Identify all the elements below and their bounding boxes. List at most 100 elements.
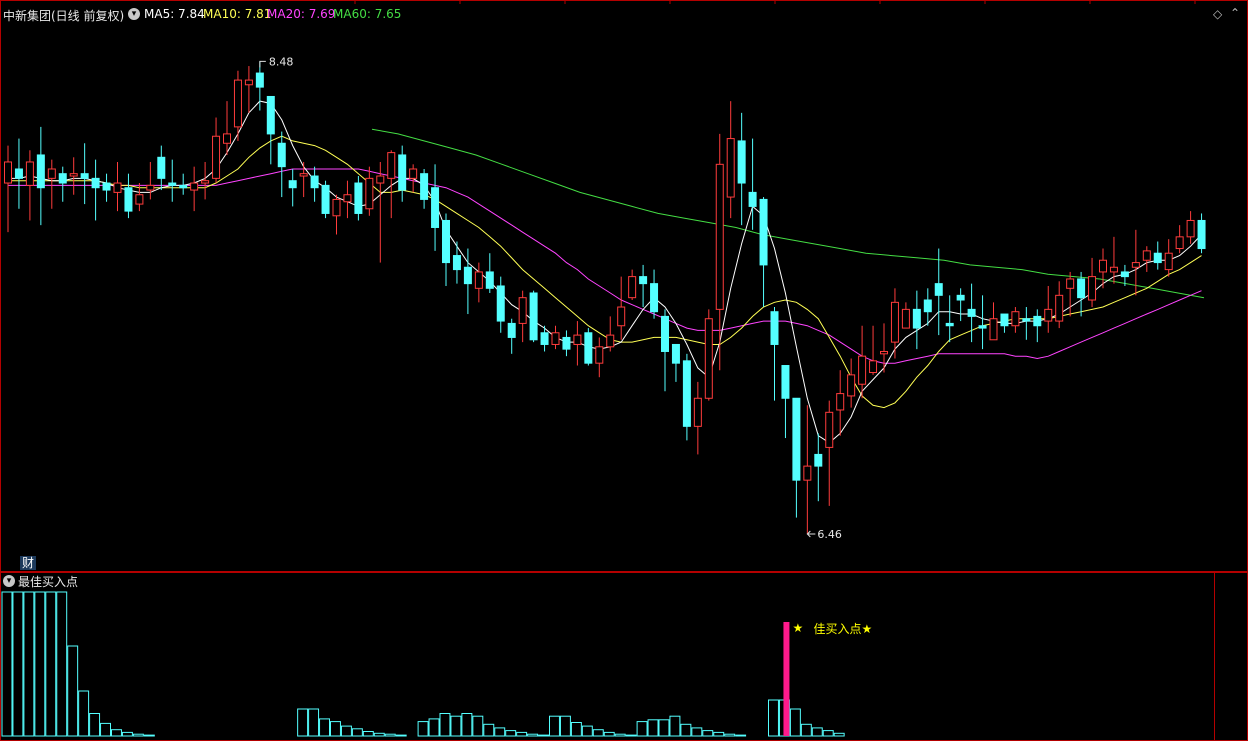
candle-body — [452, 255, 461, 271]
indicator-bar — [34, 591, 46, 737]
candle — [617, 276, 626, 340]
candle — [201, 161, 210, 200]
indicator-bar — [330, 721, 341, 737]
candle — [288, 168, 297, 207]
candle — [1033, 309, 1042, 343]
indicator-bar — [549, 715, 560, 737]
candle — [934, 248, 943, 336]
candle-body — [617, 306, 626, 327]
candle-body — [923, 299, 932, 313]
ma10-line — [8, 135, 1202, 409]
candle — [146, 161, 155, 200]
indicator-bar — [143, 734, 155, 737]
candle-body — [650, 283, 659, 313]
candle-body — [1055, 294, 1064, 322]
indicator-bar — [395, 734, 407, 737]
high-marker-line — [259, 60, 266, 68]
candle-body — [420, 173, 429, 200]
indicator-bar — [702, 730, 714, 737]
candle-body — [1033, 315, 1042, 327]
candle-body — [113, 182, 122, 193]
finance-badge[interactable]: 财 — [20, 556, 37, 570]
candle — [825, 400, 834, 506]
candle — [1197, 213, 1206, 254]
candle — [803, 405, 812, 534]
candle-body — [803, 465, 812, 481]
chevron-up-icon[interactable]: ⌃ — [1230, 6, 1240, 20]
stock-title[interactable]: 中新集团(日线 前复权) — [3, 7, 124, 24]
candle-body — [825, 411, 834, 448]
candle — [14, 138, 23, 209]
candle-body — [682, 360, 691, 427]
diamond-icon[interactable]: ◇ — [1213, 7, 1222, 21]
candle — [1077, 271, 1086, 317]
indicator-bar — [724, 733, 736, 737]
candle-body — [146, 184, 155, 191]
indicator-bar — [833, 732, 845, 737]
candle-body — [1142, 250, 1151, 261]
ma-dropdown-icon[interactable]: ▾ — [128, 8, 140, 20]
candle — [737, 112, 746, 226]
candle — [978, 295, 987, 350]
candle — [58, 166, 67, 202]
indicator-dropdown-icon[interactable]: ▾ — [3, 575, 15, 587]
candle-body — [628, 276, 637, 299]
candle — [376, 161, 385, 263]
candle-body — [398, 154, 407, 191]
candle-body — [47, 168, 56, 179]
candlestick-series — [4, 61, 1206, 534]
indicator-bar — [417, 721, 429, 737]
candle — [343, 180, 352, 219]
candle-body — [332, 198, 341, 217]
indicator-title[interactable]: 最佳买入点 — [18, 573, 78, 590]
chart-frame: ★ 佳买入点★ 8.48 6.46 — [0, 0, 1248, 741]
candle — [989, 302, 998, 341]
candle — [113, 161, 122, 212]
candle-body — [836, 393, 845, 411]
candle — [310, 166, 319, 202]
candle-body — [912, 308, 921, 329]
candle-body — [124, 187, 133, 212]
candle — [869, 325, 878, 375]
candle-body — [376, 175, 385, 184]
candle-body — [978, 325, 987, 329]
ma60-label: MA60: 7.65 — [333, 7, 402, 21]
candle-body — [1120, 271, 1129, 278]
indicator-bar — [351, 728, 363, 737]
indicator-bar — [516, 731, 528, 737]
candle — [452, 241, 461, 284]
candle-body — [80, 173, 89, 179]
candle-body — [770, 311, 779, 345]
candle-body — [661, 315, 669, 352]
indicator-bar — [768, 699, 779, 737]
indicator-bar — [319, 718, 330, 737]
candle-body — [989, 318, 998, 341]
candle-body — [343, 194, 352, 203]
indicator-bar — [570, 722, 582, 737]
indicator-bar — [680, 723, 692, 737]
candle — [671, 343, 680, 382]
candle — [124, 173, 133, 219]
candle — [912, 290, 921, 350]
candle-body — [1044, 308, 1053, 322]
candle-body — [354, 182, 363, 214]
candle-body — [1088, 276, 1097, 301]
candle — [431, 164, 440, 251]
candle-body — [36, 154, 45, 189]
candle-body — [792, 397, 801, 481]
candle-body — [1066, 278, 1075, 289]
indicator-bar — [89, 713, 101, 737]
ma5-label: MA5: 7.84 — [144, 7, 205, 21]
candle-body — [212, 135, 221, 179]
ma60-polyline — [371, 128, 1205, 299]
indicator-bar — [800, 723, 812, 737]
candle — [606, 316, 615, 352]
candle-body — [201, 180, 210, 184]
indicator-bar — [121, 731, 133, 737]
candle-body — [967, 308, 976, 317]
indicator-bar — [12, 591, 24, 737]
candle — [715, 133, 724, 371]
candle-body — [901, 308, 910, 329]
candle-body — [223, 133, 231, 144]
candle — [212, 117, 221, 184]
